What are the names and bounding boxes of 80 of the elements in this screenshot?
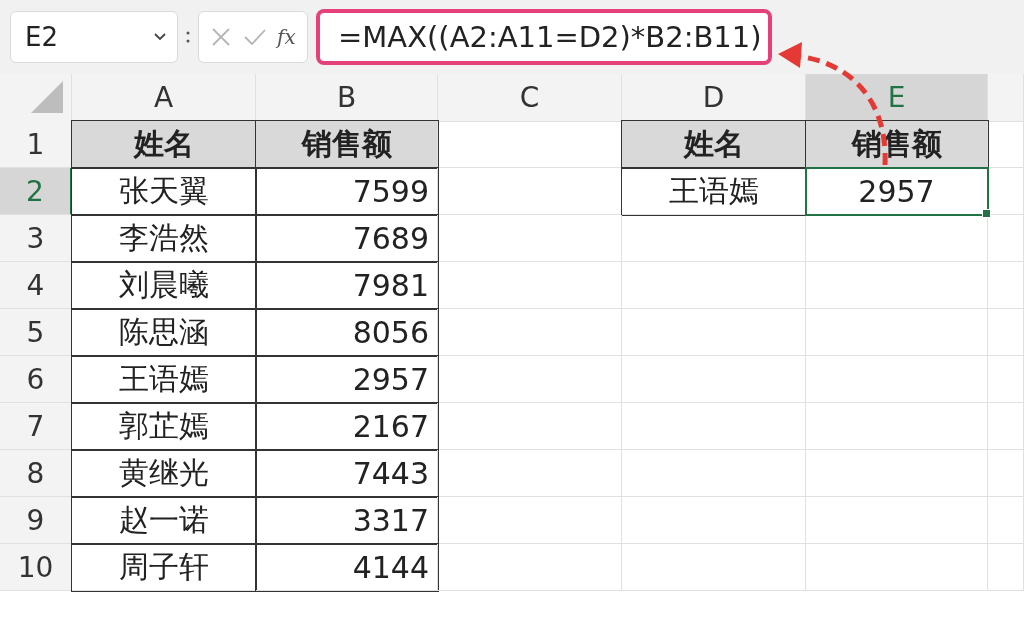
row-header[interactable]: 10 <box>0 544 72 591</box>
row-header[interactable]: 6 <box>0 356 72 403</box>
empty-cell[interactable] <box>988 544 1024 591</box>
table-cell[interactable]: 2957 <box>256 356 438 403</box>
empty-cell[interactable] <box>622 215 806 262</box>
column-header[interactable]: E <box>806 74 988 122</box>
chevron-down-icon[interactable] <box>153 32 167 42</box>
name-box[interactable]: E2 <box>10 11 178 63</box>
empty-cell[interactable] <box>622 450 806 497</box>
empty-cell[interactable] <box>806 403 988 450</box>
row-header[interactable]: 3 <box>0 215 72 262</box>
table-cell[interactable]: 王语嫣 <box>72 356 256 403</box>
empty-cell[interactable] <box>988 215 1024 262</box>
empty-cell[interactable] <box>806 309 988 356</box>
table-cell[interactable]: 2167 <box>256 403 438 450</box>
header-cell[interactable]: 姓名 <box>72 121 256 168</box>
header-cell[interactable]: 姓名 <box>622 121 806 168</box>
empty-cell[interactable] <box>438 403 622 450</box>
empty-cell[interactable] <box>438 450 622 497</box>
cancel-icon[interactable] <box>210 26 233 48</box>
empty-cell[interactable] <box>806 356 988 403</box>
empty-cell[interactable] <box>988 168 1024 215</box>
empty-cell[interactable] <box>622 403 806 450</box>
table-cell[interactable]: 3317 <box>256 497 438 544</box>
empty-cell[interactable] <box>622 544 806 591</box>
header-cell[interactable]: 销售额 <box>806 121 988 168</box>
empty-cell[interactable] <box>806 215 988 262</box>
empty-cell[interactable] <box>438 309 622 356</box>
empty-cell[interactable] <box>806 497 988 544</box>
empty-cell[interactable] <box>622 262 806 309</box>
check-icon[interactable] <box>242 27 267 47</box>
empty-cell[interactable] <box>988 403 1024 450</box>
table-cell[interactable]: 4144 <box>256 544 438 591</box>
table-cell[interactable]: 陈思涵 <box>72 309 256 356</box>
column-header[interactable]: C <box>438 74 622 122</box>
table-cell[interactable]: 赵一诺 <box>72 497 256 544</box>
table-cell[interactable]: 2957 <box>806 168 988 215</box>
more-icon[interactable] <box>186 30 190 44</box>
empty-cell[interactable] <box>988 356 1024 403</box>
table-cell[interactable]: 王语嫣 <box>622 168 806 215</box>
empty-cell[interactable] <box>438 497 622 544</box>
table-cell[interactable]: 张天翼 <box>72 168 256 215</box>
table-cell[interactable]: 周子轩 <box>72 544 256 591</box>
table-cell[interactable]: 郭芷嫣 <box>72 403 256 450</box>
empty-cell[interactable] <box>438 215 622 262</box>
header-cell[interactable]: 销售额 <box>256 121 438 168</box>
empty-cell[interactable] <box>622 356 806 403</box>
table-cell[interactable]: 李浩然 <box>72 215 256 262</box>
row-header[interactable]: 5 <box>0 309 72 356</box>
row-header[interactable]: 9 <box>0 497 72 544</box>
formula-field[interactable]: =MAX((A2:A11=D2)*B2:B11) <box>316 9 772 65</box>
row-header[interactable]: 8 <box>0 450 72 497</box>
empty-cell[interactable] <box>622 309 806 356</box>
empty-cell[interactable] <box>988 309 1024 356</box>
empty-cell[interactable] <box>988 262 1024 309</box>
column-header[interactable]: B <box>256 74 438 122</box>
row-header[interactable]: 2 <box>0 168 72 215</box>
empty-cell[interactable] <box>438 356 622 403</box>
empty-cell[interactable] <box>438 262 622 309</box>
table-cell[interactable]: 7443 <box>256 450 438 497</box>
row-header[interactable]: 4 <box>0 262 72 309</box>
table-cell[interactable]: 7689 <box>256 215 438 262</box>
insert-function-button[interactable]: fx <box>277 25 296 49</box>
table-cell[interactable]: 8056 <box>256 309 438 356</box>
empty-cell[interactable] <box>806 544 988 591</box>
empty-cell[interactable] <box>622 497 806 544</box>
column-header[interactable]: D <box>622 74 806 122</box>
table-cell[interactable]: 7599 <box>256 168 438 215</box>
empty-cell[interactable] <box>988 497 1024 544</box>
row-header[interactable]: 1 <box>0 121 72 168</box>
table-cell[interactable]: 黄继光 <box>72 450 256 497</box>
empty-cell[interactable] <box>806 262 988 309</box>
column-header[interactable]: A <box>72 74 256 122</box>
row-header[interactable]: 7 <box>0 403 72 450</box>
empty-cell[interactable] <box>806 450 988 497</box>
empty-cell[interactable] <box>988 450 1024 497</box>
empty-cell[interactable] <box>438 544 622 591</box>
table-cell[interactable]: 刘晨曦 <box>72 262 256 309</box>
table-cell[interactable]: 7981 <box>256 262 438 309</box>
fill-handle[interactable] <box>982 209 991 218</box>
